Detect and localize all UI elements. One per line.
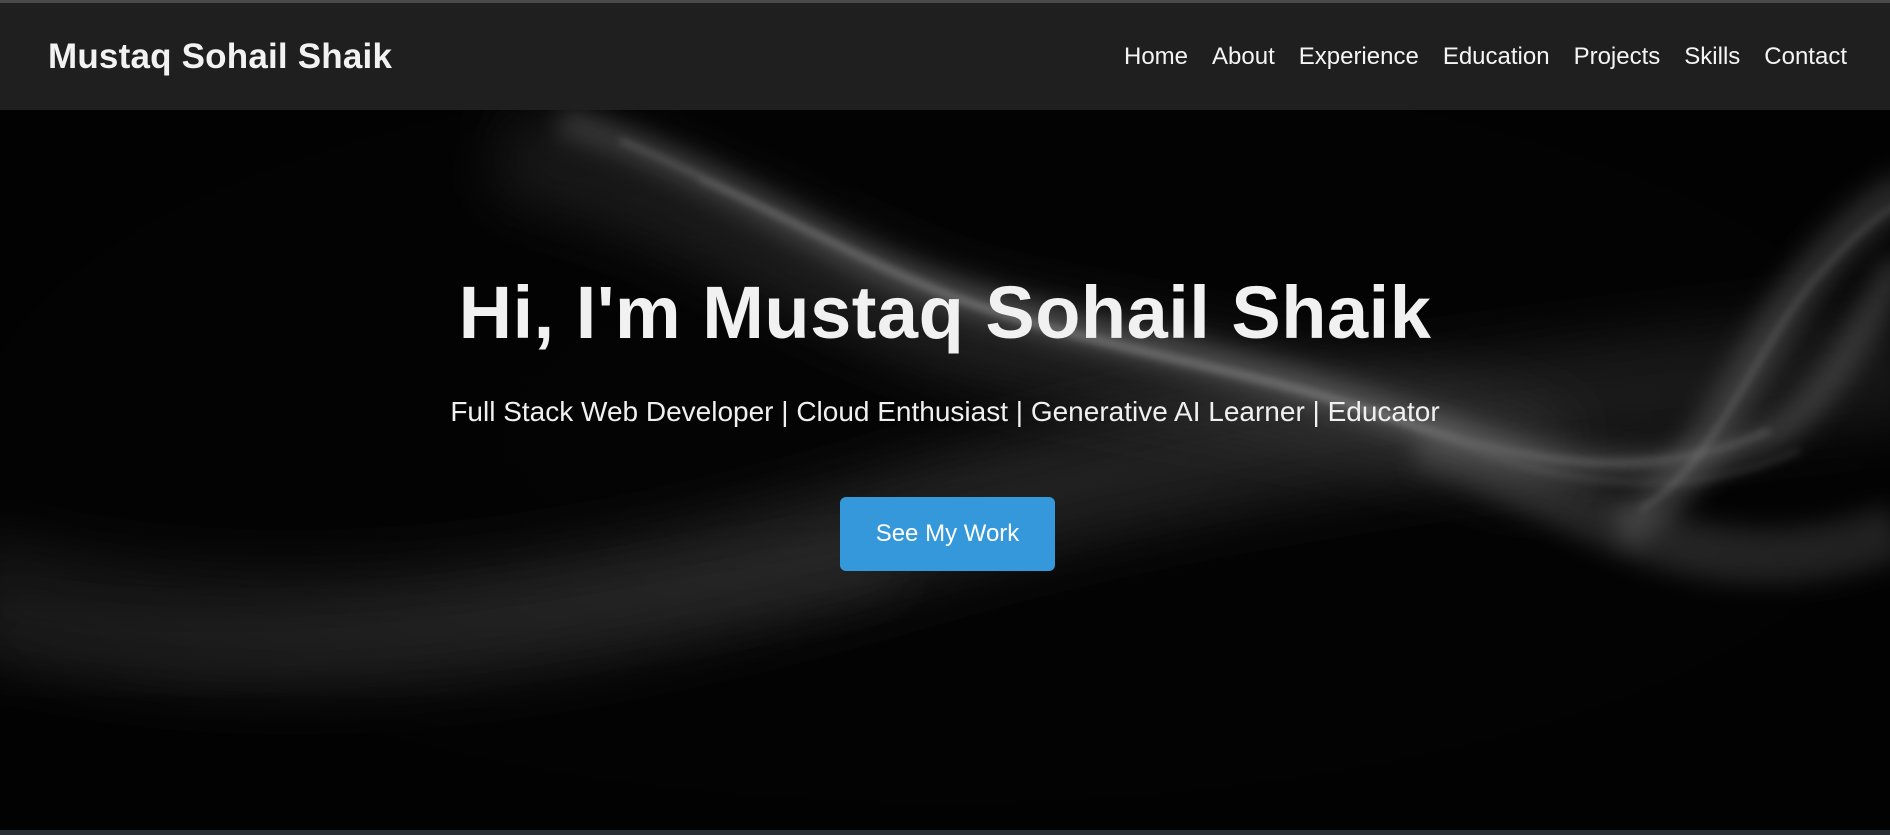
nav-link-home[interactable]: Home [1124,43,1188,71]
window-bottom-edge [0,830,1890,835]
hero-section: Hi, I'm Mustaq Sohail Shaik Full Stack W… [0,110,1890,830]
nav-links: Home About Experience Education Projects… [1100,43,1847,71]
nav-link-education[interactable]: Education [1443,43,1550,71]
see-my-work-button[interactable]: See My Work [840,497,1055,571]
nav-link-projects[interactable]: Projects [1574,43,1661,71]
hero-title: Hi, I'm Mustaq Sohail Shaik [458,271,1432,354]
brand-logo-text[interactable]: Mustaq Sohail Shaik [48,37,392,77]
nav-link-experience[interactable]: Experience [1299,43,1419,71]
window-top-edge [0,0,1890,3]
nav-link-about[interactable]: About [1212,43,1275,71]
hero-content: Hi, I'm Mustaq Sohail Shaik Full Stack W… [0,110,1890,830]
portfolio-page: Mustaq Sohail Shaik Home About Experienc… [0,0,1890,835]
navbar: Mustaq Sohail Shaik Home About Experienc… [0,3,1890,110]
nav-link-contact[interactable]: Contact [1764,43,1847,71]
hero-subtitle: Full Stack Web Developer | Cloud Enthusi… [450,396,1440,427]
nav-link-skills[interactable]: Skills [1684,43,1740,71]
